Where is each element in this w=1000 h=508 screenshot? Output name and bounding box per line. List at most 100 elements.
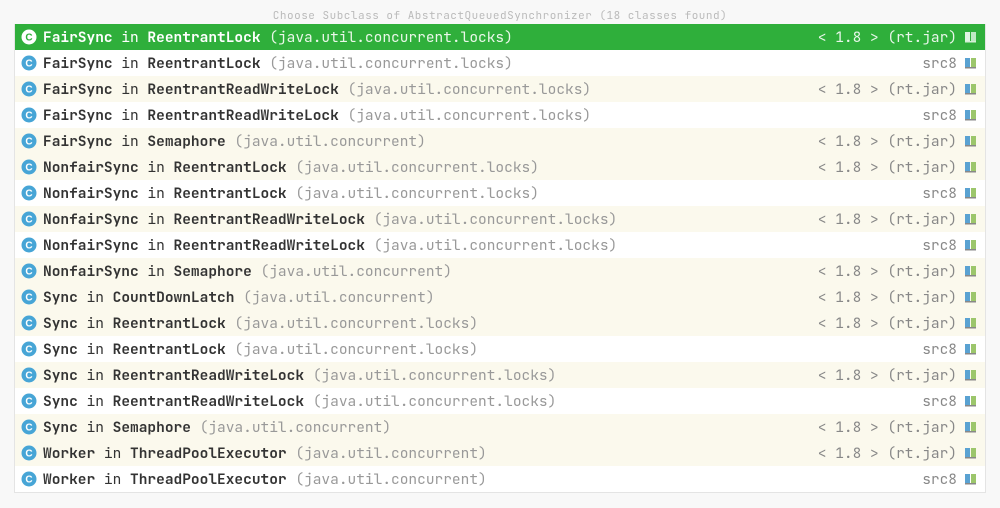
class-list-item[interactable]: C Sync in Semaphore (java.util.concurren… bbox=[15, 414, 985, 440]
class-list-item[interactable]: C FairSync in Semaphore (java.util.concu… bbox=[15, 128, 985, 154]
source-meta: < 1.8 > (rt.jar) bbox=[818, 28, 957, 47]
package-name: (java.util.concurrent.locks) bbox=[261, 54, 513, 73]
class-name: NonfairSync bbox=[43, 158, 139, 177]
svg-text:C: C bbox=[25, 111, 32, 122]
class-icon: C bbox=[21, 419, 37, 435]
class-name: FairSync bbox=[43, 54, 113, 73]
parent-class-name: ReentrantLock bbox=[113, 314, 226, 333]
class-label: NonfairSync in ReentrantLock (java.util.… bbox=[43, 158, 812, 177]
class-list-item[interactable]: C Worker in ThreadPoolExecutor (java.uti… bbox=[15, 440, 985, 466]
package-name: (java.util.concurrent) bbox=[252, 262, 452, 281]
class-chooser-popup: Choose Subclass of AbstractQueuedSynchro… bbox=[0, 0, 1000, 508]
class-name: Sync bbox=[43, 418, 78, 437]
package-name: (java.util.concurrent.locks) bbox=[226, 340, 478, 359]
package-name: (java.util.concurrent.locks) bbox=[365, 236, 617, 255]
source-meta: < 1.8 > (rt.jar) bbox=[818, 158, 957, 177]
library-icon bbox=[963, 185, 979, 201]
class-icon: C bbox=[21, 471, 37, 487]
parent-class-name: ReentrantLock bbox=[147, 54, 260, 73]
class-list-item[interactable]: C NonfairSync in ReentrantReadWriteLock … bbox=[15, 232, 985, 258]
package-name: (java.util.concurrent.locks) bbox=[365, 210, 617, 229]
parent-class-name: ReentrantLock bbox=[174, 184, 287, 203]
svg-text:C: C bbox=[25, 293, 32, 304]
class-list-item[interactable]: C Sync in ReentrantLock (java.util.concu… bbox=[15, 310, 985, 336]
library-icon bbox=[963, 81, 979, 97]
class-list-item[interactable]: C FairSync in ReentrantLock (java.util.c… bbox=[15, 50, 985, 76]
class-label: Sync in ReentrantLock (java.util.concurr… bbox=[43, 314, 812, 333]
class-list-item[interactable]: C NonfairSync in ReentrantLock (java.uti… bbox=[15, 154, 985, 180]
package-name: (java.util.concurrent.locks) bbox=[287, 184, 539, 203]
class-name: Worker bbox=[43, 470, 95, 489]
class-label: NonfairSync in Semaphore (java.util.conc… bbox=[43, 262, 812, 281]
class-label: Sync in Semaphore (java.util.concurrent) bbox=[43, 418, 812, 437]
class-list-item[interactable]: C NonfairSync in ReentrantLock (java.uti… bbox=[15, 180, 985, 206]
svg-text:C: C bbox=[25, 85, 32, 96]
package-name: (java.util.concurrent) bbox=[234, 288, 434, 307]
svg-text:C: C bbox=[25, 215, 32, 226]
class-name: FairSync bbox=[43, 132, 113, 151]
library-icon bbox=[963, 263, 979, 279]
class-list-item[interactable]: C NonfairSync in ReentrantReadWriteLock … bbox=[15, 206, 985, 232]
parent-class-name: ReentrantReadWriteLock bbox=[174, 210, 365, 229]
svg-text:C: C bbox=[25, 59, 32, 70]
class-list-item[interactable]: C Sync in ReentrantReadWriteLock (java.u… bbox=[15, 362, 985, 388]
class-label: NonfairSync in ReentrantLock (java.util.… bbox=[43, 184, 916, 203]
class-label: FairSync in Semaphore (java.util.concurr… bbox=[43, 132, 812, 151]
class-label: Sync in ReentrantReadWriteLock (java.uti… bbox=[43, 366, 812, 385]
parent-class-name: Semaphore bbox=[147, 132, 225, 151]
class-icon: C bbox=[21, 237, 37, 253]
source-meta: < 1.8 > (rt.jar) bbox=[818, 418, 957, 437]
class-list-item[interactable]: C Sync in ReentrantReadWriteLock (java.u… bbox=[15, 388, 985, 414]
svg-text:C: C bbox=[25, 423, 32, 434]
svg-text:C: C bbox=[25, 345, 32, 356]
class-label: FairSync in ReentrantLock (java.util.con… bbox=[43, 28, 812, 47]
class-icon: C bbox=[21, 55, 37, 71]
svg-text:C: C bbox=[25, 137, 32, 148]
class-name: Worker bbox=[43, 444, 95, 463]
class-list-item[interactable]: C Sync in CountDownLatch (java.util.conc… bbox=[15, 284, 985, 310]
class-icon: C bbox=[21, 289, 37, 305]
class-icon: C bbox=[21, 159, 37, 175]
class-icon: C bbox=[21, 29, 37, 45]
svg-text:C: C bbox=[25, 475, 32, 486]
popup-title: Choose Subclass of AbstractQueuedSynchro… bbox=[14, 8, 986, 24]
class-icon: C bbox=[21, 393, 37, 409]
class-label: Sync in ReentrantReadWriteLock (java.uti… bbox=[43, 392, 916, 411]
library-icon bbox=[963, 341, 979, 357]
source-meta: src8 bbox=[922, 236, 957, 255]
package-name: (java.util.concurrent.locks) bbox=[339, 80, 591, 99]
class-list-item[interactable]: C Sync in ReentrantLock (java.util.concu… bbox=[15, 336, 985, 362]
svg-text:C: C bbox=[25, 241, 32, 252]
package-name: (java.util.concurrent.locks) bbox=[339, 106, 591, 125]
class-list-item[interactable]: C NonfairSync in Semaphore (java.util.co… bbox=[15, 258, 985, 284]
class-name: FairSync bbox=[43, 106, 113, 125]
class-name: FairSync bbox=[43, 80, 113, 99]
class-list-item[interactable]: C Worker in ThreadPoolExecutor (java.uti… bbox=[15, 466, 985, 492]
library-icon bbox=[963, 445, 979, 461]
class-label: Sync in ReentrantLock (java.util.concurr… bbox=[43, 340, 916, 359]
package-name: (java.util.concurrent) bbox=[287, 470, 487, 489]
svg-text:C: C bbox=[25, 163, 32, 174]
source-meta: src8 bbox=[922, 54, 957, 73]
source-meta: < 1.8 > (rt.jar) bbox=[818, 80, 957, 99]
class-list-item[interactable]: C FairSync in ReentrantLock (java.util.c… bbox=[15, 24, 985, 50]
svg-text:C: C bbox=[25, 33, 32, 44]
class-name: Sync bbox=[43, 392, 78, 411]
parent-class-name: CountDownLatch bbox=[113, 288, 235, 307]
source-meta: src8 bbox=[922, 392, 957, 411]
svg-text:C: C bbox=[25, 267, 32, 278]
parent-class-name: Semaphore bbox=[174, 262, 252, 281]
library-icon bbox=[963, 367, 979, 383]
parent-class-name: ReentrantLock bbox=[113, 340, 226, 359]
class-list-item[interactable]: C FairSync in ReentrantReadWriteLock (ja… bbox=[15, 76, 985, 102]
class-name: NonfairSync bbox=[43, 210, 139, 229]
library-icon bbox=[963, 471, 979, 487]
class-label: FairSync in ReentrantReadWriteLock (java… bbox=[43, 106, 916, 125]
class-label: NonfairSync in ReentrantReadWriteLock (j… bbox=[43, 210, 812, 229]
class-list-item[interactable]: C FairSync in ReentrantReadWriteLock (ja… bbox=[15, 102, 985, 128]
library-icon bbox=[963, 133, 979, 149]
source-meta: src8 bbox=[922, 340, 957, 359]
class-icon: C bbox=[21, 81, 37, 97]
class-label: NonfairSync in ReentrantReadWriteLock (j… bbox=[43, 236, 916, 255]
library-icon bbox=[963, 315, 979, 331]
